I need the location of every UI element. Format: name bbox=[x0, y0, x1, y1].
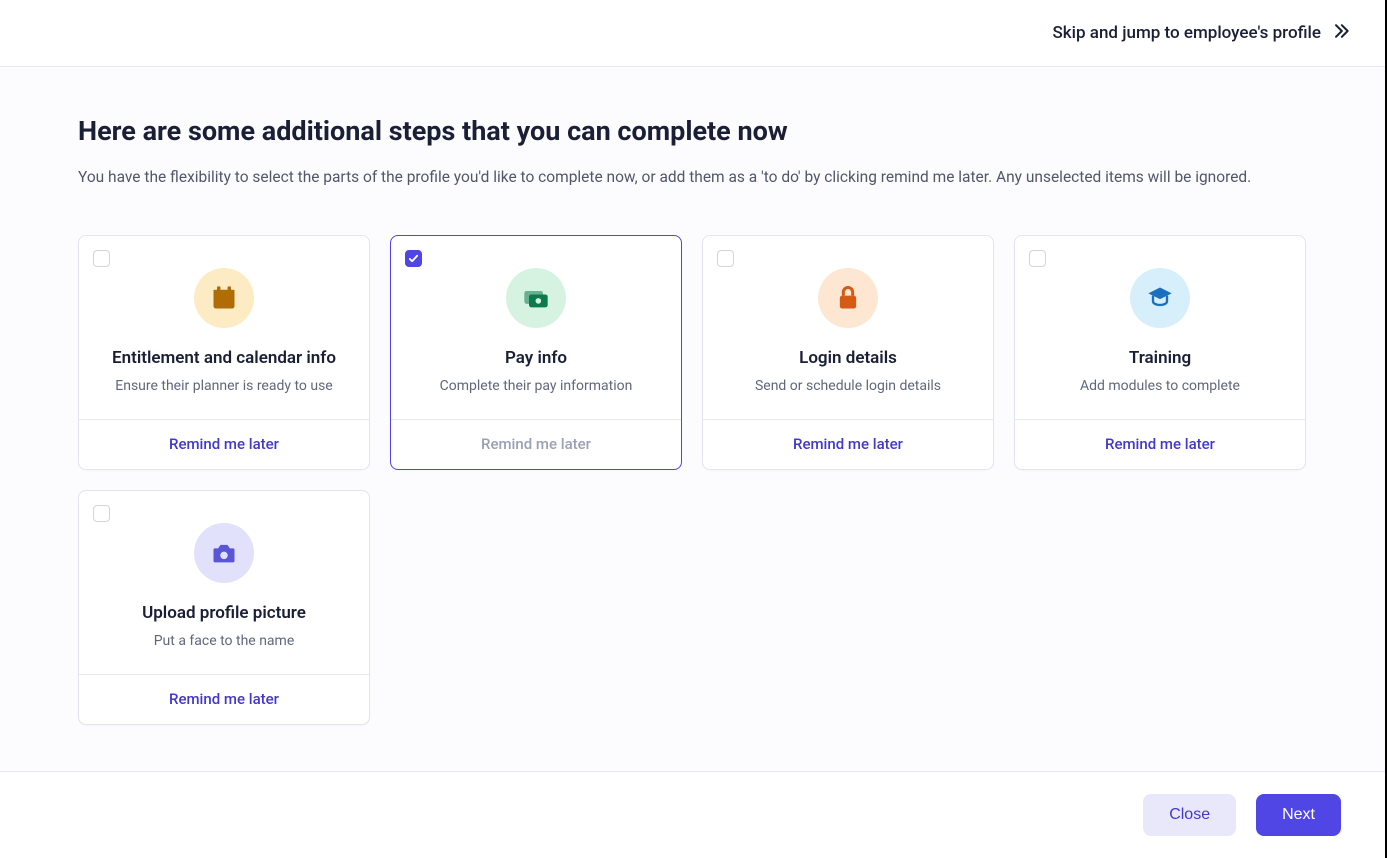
card-title: Entitlement and calendar info bbox=[112, 348, 336, 368]
card-photo[interactable]: Upload profile picture Put a face to the… bbox=[78, 490, 370, 725]
next-button[interactable]: Next bbox=[1256, 794, 1341, 836]
skip-link[interactable]: Skip and jump to employee's profile bbox=[1053, 21, 1351, 46]
remind-later-button[interactable]: Remind me later bbox=[1015, 419, 1305, 469]
close-button[interactable]: Close bbox=[1143, 794, 1236, 836]
card-body: Training Add modules to complete bbox=[1015, 236, 1305, 419]
card-desc: Complete their pay information bbox=[440, 378, 633, 394]
card-body: Login details Send or schedule login det… bbox=[703, 236, 993, 419]
card-body: Pay info Complete their pay information bbox=[391, 236, 681, 419]
card-title: Training bbox=[1129, 348, 1191, 368]
graduation-icon bbox=[1130, 268, 1190, 328]
money-icon bbox=[506, 268, 566, 328]
card-desc: Send or schedule login details bbox=[755, 378, 941, 394]
double-chevron-right-icon bbox=[1331, 21, 1351, 46]
footer-bar: Close Next bbox=[0, 771, 1385, 858]
remind-later-button[interactable]: Remind me later bbox=[79, 419, 369, 469]
checkbox-login[interactable] bbox=[717, 250, 734, 267]
camera-icon bbox=[194, 523, 254, 583]
top-bar: Skip and jump to employee's profile bbox=[0, 0, 1387, 67]
card-training[interactable]: Training Add modules to complete Remind … bbox=[1014, 235, 1306, 470]
remind-later-button[interactable]: Remind me later bbox=[703, 419, 993, 469]
card-body: Upload profile picture Put a face to the… bbox=[79, 491, 369, 674]
card-login[interactable]: Login details Send or schedule login det… bbox=[702, 235, 994, 470]
calendar-icon bbox=[194, 268, 254, 328]
page-subtitle: You have the flexibility to select the p… bbox=[78, 167, 1309, 189]
card-title: Pay info bbox=[505, 348, 567, 368]
checkbox-entitlement[interactable] bbox=[93, 250, 110, 267]
cards-grid: Entitlement and calendar info Ensure the… bbox=[78, 235, 1309, 725]
card-entitlement[interactable]: Entitlement and calendar info Ensure the… bbox=[78, 235, 370, 470]
card-desc: Put a face to the name bbox=[154, 633, 295, 649]
card-desc: Add modules to complete bbox=[1080, 378, 1240, 394]
card-title: Login details bbox=[799, 348, 897, 368]
main-content: Here are some additional steps that you … bbox=[0, 67, 1387, 771]
checkbox-pay[interactable] bbox=[405, 250, 422, 267]
card-title: Upload profile picture bbox=[142, 603, 306, 623]
checkbox-training[interactable] bbox=[1029, 250, 1046, 267]
checkbox-photo[interactable] bbox=[93, 505, 110, 522]
card-pay[interactable]: Pay info Complete their pay information … bbox=[390, 235, 682, 470]
card-body: Entitlement and calendar info Ensure the… bbox=[79, 236, 369, 419]
page-title: Here are some additional steps that you … bbox=[78, 115, 1309, 147]
lock-icon bbox=[818, 268, 878, 328]
card-desc: Ensure their planner is ready to use bbox=[115, 378, 332, 394]
remind-later-button[interactable]: Remind me later bbox=[79, 674, 369, 724]
skip-link-label: Skip and jump to employee's profile bbox=[1053, 23, 1321, 43]
remind-later-button: Remind me later bbox=[391, 419, 681, 469]
